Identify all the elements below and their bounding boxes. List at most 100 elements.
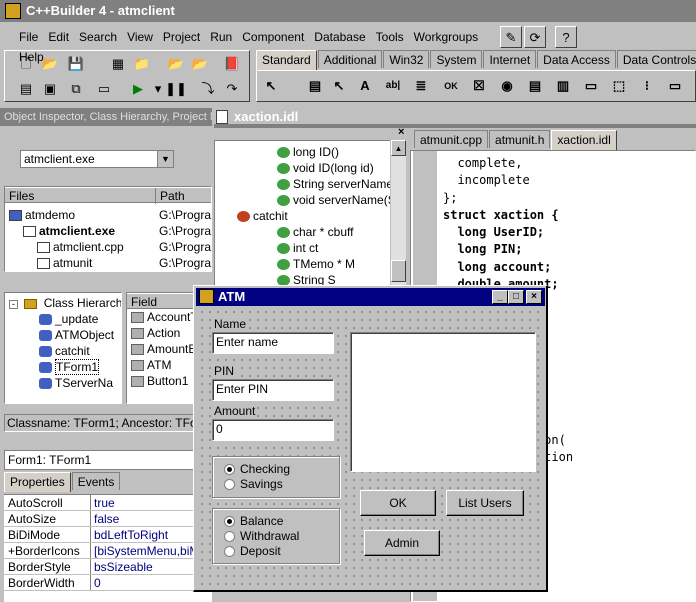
scroll-up-icon[interactable]: ▲ xyxy=(391,140,406,156)
amount-input[interactable]: 0 xyxy=(212,419,334,441)
project-row[interactable]: atmclient.exe G:\Program xyxy=(5,223,211,239)
property-value[interactable]: 0 xyxy=(94,575,101,590)
menu-item-tools[interactable]: Tools xyxy=(371,27,409,47)
menu-item-database[interactable]: Database xyxy=(309,27,370,47)
radiobutton-icon[interactable]: ◉ xyxy=(495,74,519,98)
refresh-icon[interactable]: ⟳ xyxy=(524,26,546,48)
property-row[interactable]: AutoSize false xyxy=(4,511,212,527)
class-item[interactable]: _update xyxy=(5,311,121,327)
scroll-thumb[interactable] xyxy=(391,260,406,282)
class-item[interactable]: TForm1 xyxy=(5,359,121,375)
project-combo[interactable]: atmclient.exe ▼ xyxy=(20,150,174,168)
trace-into-icon[interactable]: ⤵ xyxy=(197,78,219,100)
code-line[interactable]: complete, xyxy=(443,155,573,172)
maximize-icon[interactable]: □ xyxy=(508,290,524,304)
code-line[interactable]: }; xyxy=(443,190,573,207)
class-item[interactable]: ATMObject xyxy=(5,327,121,343)
menu-item-edit[interactable]: Edit xyxy=(43,27,74,47)
class-item[interactable]: catchit xyxy=(5,343,121,359)
help-icon[interactable]: ? xyxy=(555,26,577,48)
palette-tab-data-access[interactable]: Data Access xyxy=(537,50,616,68)
palette-tab-internet[interactable]: Internet xyxy=(483,50,537,68)
run-icon[interactable]: ▶ xyxy=(127,78,149,100)
view-unit-icon[interactable]: ▤ xyxy=(15,78,37,100)
close-form-icon[interactable]: × xyxy=(526,290,542,304)
new-icon[interactable]: 🗋 xyxy=(15,53,37,75)
help-book-icon[interactable]: 📕 xyxy=(221,53,243,75)
listbox-icon[interactable]: ▤ xyxy=(523,74,547,98)
toggle-form-unit-icon[interactable]: ⧉ xyxy=(65,78,87,100)
wizard-icon[interactable]: ✎ xyxy=(500,26,522,48)
code-line[interactable]: long UserID; xyxy=(443,224,573,241)
radiogroup-icon[interactable]: ⁝ xyxy=(635,74,659,98)
idl-tree-item[interactable]: int ct xyxy=(215,240,405,256)
menu-item-project[interactable]: Project xyxy=(158,27,205,47)
property-row[interactable]: +BorderIcons [biSystemMenu,biMin xyxy=(4,543,212,559)
menu-item-search[interactable]: Search xyxy=(74,27,122,47)
label-icon[interactable]: A xyxy=(353,74,377,98)
property-row[interactable]: BiDiMode bdLeftToRight xyxy=(4,527,212,543)
object-combo[interactable]: Form1: TForm1 xyxy=(4,450,194,470)
menu-item-run[interactable]: Run xyxy=(205,27,237,47)
users-listbox[interactable] xyxy=(350,332,536,472)
property-value[interactable]: bdLeftToRight xyxy=(94,527,168,542)
menu-item-file[interactable]: File xyxy=(14,27,43,47)
code-line[interactable]: incomplete xyxy=(443,172,573,189)
chevron-down-icon[interactable]: ▼ xyxy=(157,151,173,167)
button-icon[interactable]: OK xyxy=(439,74,463,98)
remove-from-project-icon[interactable]: 📂 xyxy=(189,53,211,75)
open-icon[interactable]: 📂 xyxy=(39,53,61,75)
checkbox-icon[interactable]: ☒ xyxy=(467,74,491,98)
add-to-project-icon[interactable]: 📂 xyxy=(165,53,187,75)
idl-tree-item[interactable]: TMemo * M xyxy=(215,256,405,272)
editor-tab-atmunit-cpp[interactable]: atmunit.cpp xyxy=(414,130,489,148)
idl-tree-item[interactable]: String serverName() xyxy=(215,176,405,192)
idl-tree-item[interactable]: catchit xyxy=(215,208,405,224)
radio-icon[interactable] xyxy=(224,516,235,528)
account-radio-checking[interactable]: Checking xyxy=(224,462,339,477)
pin-input[interactable]: Enter PIN xyxy=(212,379,334,401)
menu-item-workgroups[interactable]: Workgroups xyxy=(409,27,483,47)
save-icon[interactable]: 💾 xyxy=(65,53,87,75)
radio-icon[interactable] xyxy=(224,531,235,543)
class-item[interactable]: TServerNa xyxy=(5,375,121,391)
idl-tree-item[interactable]: void serverName(Str xyxy=(215,192,405,208)
memo-icon[interactable]: ≣ xyxy=(409,74,433,98)
property-row[interactable]: BorderWidth 0 xyxy=(4,575,212,591)
code-line[interactable]: long PIN; xyxy=(443,241,573,258)
new-form-icon[interactable]: ▭ xyxy=(93,78,115,100)
radio-icon[interactable] xyxy=(224,546,235,558)
col-files[interactable]: Files xyxy=(9,188,34,204)
action-radio-balance[interactable]: Balance xyxy=(224,514,339,529)
name-input[interactable]: Enter name xyxy=(212,332,334,354)
scrollbar-icon[interactable]: ▭ xyxy=(579,74,603,98)
code-line[interactable]: long account; xyxy=(443,259,573,276)
step-over-icon[interactable]: ↷ xyxy=(221,78,243,100)
project-row[interactable]: atmclient.cpp G:\Program xyxy=(5,239,211,255)
open-project-icon[interactable]: 📁 xyxy=(131,53,153,75)
pointer-icon[interactable]: ↖ xyxy=(259,74,283,98)
save-all-icon[interactable]: ▦ xyxy=(107,53,129,75)
menu-item-view[interactable]: View xyxy=(122,27,158,47)
action-radio-withdrawal[interactable]: Withdrawal xyxy=(224,529,339,544)
property-value[interactable]: true xyxy=(94,495,115,510)
ok-button[interactable]: OK xyxy=(360,490,436,516)
palette-tab-standard[interactable]: Standard xyxy=(256,50,317,70)
property-value[interactable]: false xyxy=(94,511,119,526)
palette-tab-data-controls[interactable]: Data Controls xyxy=(616,50,696,68)
property-value[interactable]: bsSizeable xyxy=(94,559,153,574)
mainmenu-icon[interactable]: ▤ xyxy=(303,74,327,98)
admin-button[interactable]: Admin xyxy=(364,530,440,556)
inspector-tab-events[interactable]: Events xyxy=(71,472,121,490)
code-line[interactable]: struct xaction { xyxy=(443,207,573,224)
list-users-button[interactable]: List Users xyxy=(446,490,524,516)
editor-tab-atmunit-h[interactable]: atmunit.h xyxy=(489,130,551,148)
groupbox-icon[interactable]: ⬚ xyxy=(607,74,631,98)
idl-tree-scrollbar[interactable]: ▲ xyxy=(390,140,406,290)
radio-icon[interactable] xyxy=(224,464,235,476)
edit-icon[interactable]: ab| xyxy=(381,74,405,98)
idl-tree-item[interactable]: void ID(long id) xyxy=(215,160,405,176)
account-radio-savings[interactable]: Savings xyxy=(224,477,339,492)
project-row[interactable]: atmunit G:\Program xyxy=(5,255,211,271)
col-path[interactable]: Path xyxy=(155,188,185,204)
